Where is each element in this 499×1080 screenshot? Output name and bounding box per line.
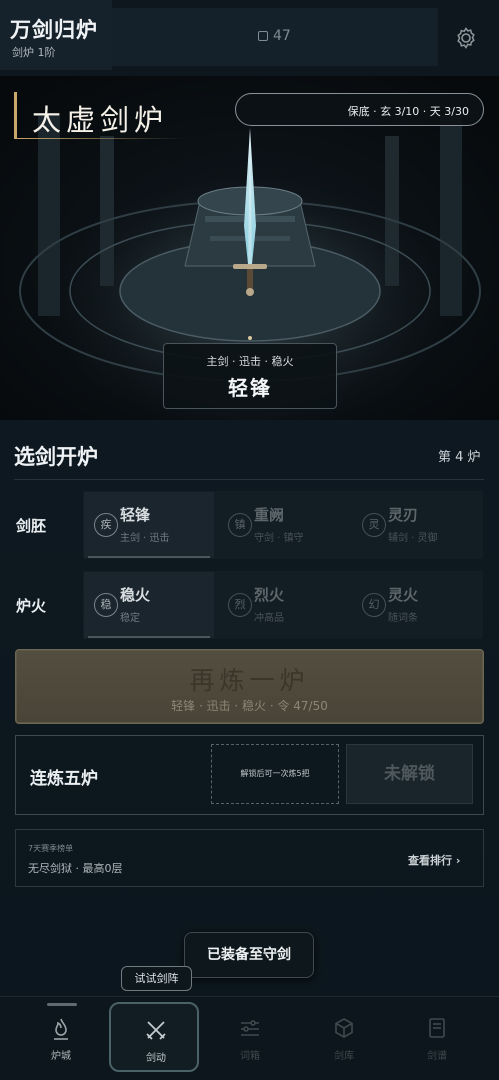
- app-root: { "header": { "title": "万剑归炉", "subtitle…: [0, 0, 499, 1080]
- forge-again-label: 再炼一炉: [189, 666, 310, 695]
- steady-icon: 稳: [94, 593, 118, 617]
- option-name: 稳火: [120, 586, 151, 604]
- tab-label: 炉城: [51, 1051, 71, 1062]
- forge-name: 太虚剑炉: [32, 103, 169, 137]
- option-name: 烈火: [254, 586, 285, 604]
- book-icon: [429, 1018, 445, 1038]
- embryo-option-zhongque[interactable]: 镇 重阙 守剑 · 镇守: [218, 492, 348, 558]
- forge-again-summary: 轻锋 · 迅击 · 稳火 · 令 47/50: [171, 699, 328, 713]
- option-name: 轻锋: [120, 506, 151, 524]
- tab-label: 词箱: [240, 1051, 260, 1062]
- tab-label: 剑动: [146, 1053, 166, 1064]
- app-title: 万剑归炉: [10, 18, 98, 42]
- settings-gear-icon[interactable]: [454, 26, 478, 50]
- fire-option-fierce[interactable]: 烈 烈火 冲高品: [218, 572, 348, 638]
- option-name: 灵火: [388, 586, 419, 604]
- embryo-option-qingfeng[interactable]: 疾 轻锋 主剑 · 迅击: [84, 492, 214, 558]
- sliders-icon: [241, 1020, 259, 1036]
- selected-indicator: [88, 556, 210, 558]
- flame-icon: [54, 1018, 68, 1040]
- fire-option-steady[interactable]: 稳 稳火 稳定: [84, 572, 214, 638]
- tab-sword-manual[interactable]: 剑谱: [392, 1002, 482, 1072]
- swift-icon: 疾: [94, 513, 118, 537]
- ranking-tag: 7天赛季榜单: [28, 844, 74, 853]
- crossed-swords-icon: [146, 1021, 166, 1040]
- forge-level: 剑炉 1阶: [12, 46, 56, 59]
- illusion-icon: 幻: [362, 593, 386, 617]
- fire-row-label: 炉火: [16, 597, 47, 615]
- guard-icon: 镇: [228, 513, 252, 537]
- five-forge-hint: 解锁后可一次炼5把: [240, 769, 310, 778]
- option-desc: 稳定: [120, 613, 140, 624]
- five-forge-locked-button[interactable]: 未解锁: [346, 744, 473, 804]
- five-forge-label: 连炼五炉: [30, 769, 98, 789]
- token-icon: [258, 31, 268, 41]
- option-desc: 守剑 · 镇守: [254, 533, 304, 544]
- option-desc: 冲高品: [254, 613, 284, 624]
- embryo-option-lingren[interactable]: 灵 灵刃 辅剑 · 灵御: [352, 492, 482, 558]
- option-name: 重阙: [254, 506, 285, 524]
- selected-indicator: [88, 636, 210, 638]
- title-underline: [14, 138, 184, 139]
- tab-affix-box[interactable]: 词箱: [205, 1002, 295, 1072]
- blade-name: 轻锋: [228, 376, 272, 400]
- fierce-icon: 烈: [228, 593, 252, 617]
- equip-toast: 已装备至守剑: [184, 932, 314, 978]
- cube-icon: [335, 1018, 353, 1038]
- option-desc: 辅剑 · 灵御: [388, 533, 438, 544]
- currency-value: 47: [273, 28, 291, 44]
- section-divider: [14, 479, 484, 480]
- ranking-summary: 无尽剑狱 · 最高0层: [28, 862, 123, 875]
- embryo-row-label: 剑胚: [16, 517, 47, 535]
- tab-sword-vault[interactable]: 剑库: [299, 1002, 389, 1072]
- pity-counter-badge: 保底 · 玄 3/10 · 天 3/30: [235, 93, 484, 126]
- tab-sword-action[interactable]: 剑动: [109, 1002, 199, 1072]
- tab-forge-city[interactable]: 炉城: [16, 1002, 106, 1072]
- furnace-number: 第 4 炉: [438, 450, 481, 465]
- section-title: 选剑开炉: [14, 445, 98, 469]
- tab-label: 剑库: [334, 1051, 354, 1062]
- option-desc: 主剑 · 迅击: [120, 533, 170, 544]
- option-name: 灵刃: [388, 506, 419, 524]
- fire-option-spirit[interactable]: 幻 灵火 随词条: [352, 572, 482, 638]
- currency-counter: 47: [258, 28, 291, 44]
- option-desc: 随词条: [388, 613, 418, 624]
- try-sword-array-button[interactable]: 试试剑阵: [121, 966, 192, 991]
- tab-label: 剑谱: [427, 1051, 447, 1062]
- blade-tags: 主剑 · 迅击 · 稳火: [206, 355, 294, 368]
- view-ranking-link[interactable]: 查看排行 ›: [408, 852, 460, 868]
- spirit-icon: 灵: [362, 513, 386, 537]
